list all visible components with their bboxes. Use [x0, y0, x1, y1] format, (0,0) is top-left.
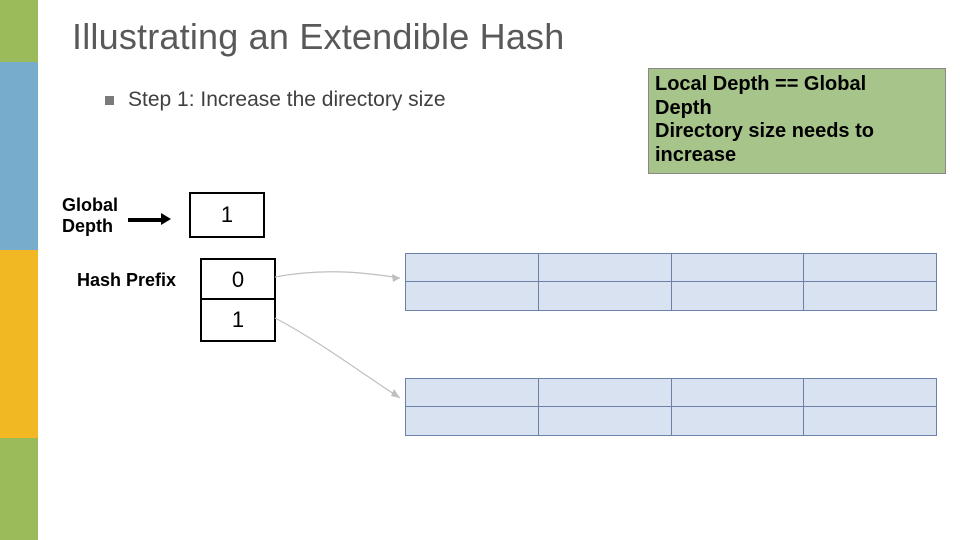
directory-slot-1: 1: [200, 298, 276, 342]
callout-line: Depth: [655, 97, 939, 121]
directory-slot-0: 0: [200, 258, 276, 302]
bucket-row: [405, 253, 937, 283]
bullet-icon: [105, 96, 114, 105]
hash-prefix-label: Hash Prefix: [77, 270, 176, 291]
callout-line: Directory size needs to: [655, 120, 939, 144]
arrow-icon: [128, 214, 170, 216]
bucket-row: [405, 406, 937, 436]
global-depth-box: 1: [189, 192, 265, 238]
callout-line: Local Depth == Global: [655, 73, 939, 97]
callout-line: increase: [655, 144, 939, 168]
slide-title: Illustrating an Extendible Hash: [72, 16, 564, 58]
step-bullet: Step 1: Increase the directory size: [105, 88, 446, 112]
pointer-arrows: [272, 250, 412, 450]
accent-stripe: [0, 0, 38, 62]
accent-sidebar: [0, 0, 38, 540]
bucket-row: [405, 378, 937, 408]
accent-stripe: [0, 438, 38, 540]
accent-stripe: [0, 250, 38, 438]
step-text: Step 1: Increase the directory size: [128, 88, 446, 112]
accent-stripe: [0, 62, 38, 250]
callout-box: Local Depth == Global Depth Directory si…: [648, 68, 946, 174]
bucket-row: [405, 281, 937, 311]
global-depth-label: Global Depth: [62, 195, 118, 236]
